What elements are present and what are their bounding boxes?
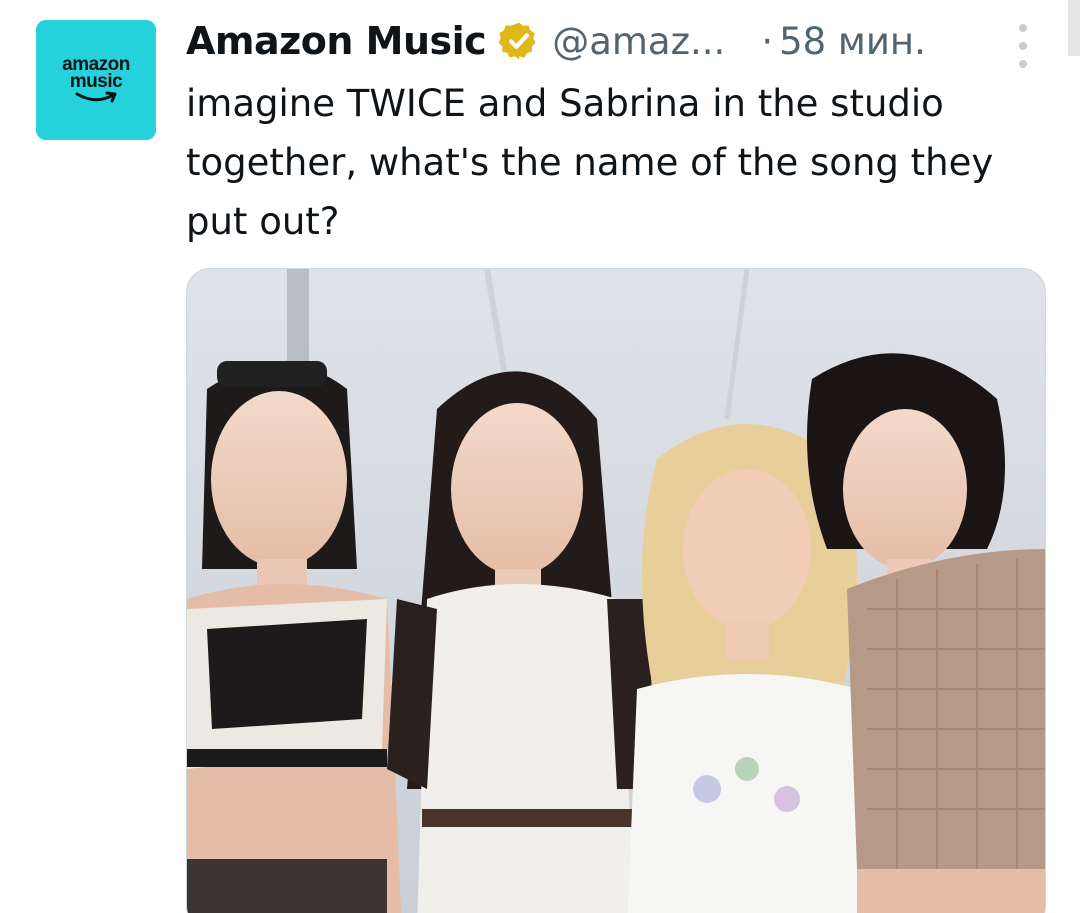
account-handle[interactable]: @amaz... [552,20,725,63]
avatar-line-amazon: amazon [62,53,130,75]
amazon-music-avatar[interactable]: amazon music [36,20,156,140]
scrollbar[interactable] [1068,0,1080,56]
tweet[interactable]: amazon music Amazon Music @amaz... · 58 … [0,0,1080,913]
more-options-icon[interactable] [1006,24,1040,68]
more-dot [1019,24,1027,32]
amazon-smile-icon [75,91,117,102]
avatar-line-music: music [69,70,123,92]
header-separator: · [761,19,774,63]
tweet-photo[interactable] [186,268,1046,913]
more-dot [1019,42,1027,50]
account-name[interactable]: Amazon Music [186,19,487,63]
tweet-timestamp[interactable]: 58 мин. [779,20,926,63]
photo-four-women-posing [187,269,1045,913]
gold-verified-badge-icon[interactable] [498,20,540,62]
tweet-header: Amazon Music @amaz... · 58 мин. [186,14,1040,68]
more-dot [1019,60,1027,68]
tweet-text: imagine TWICE and Sabrina in the studio … [186,82,994,243]
